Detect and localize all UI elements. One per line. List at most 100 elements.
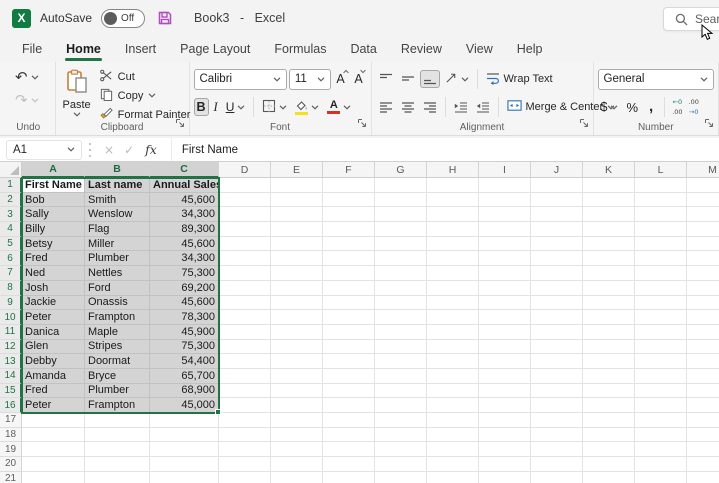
chevron-down-icon[interactable] <box>311 105 319 110</box>
cell-F12[interactable] <box>323 340 375 355</box>
cell-M1[interactable] <box>687 178 719 193</box>
cell-F9[interactable] <box>323 296 375 311</box>
cell-A20[interactable] <box>22 457 85 472</box>
decrease-decimal-button[interactable]: .00 →0 <box>687 99 701 116</box>
cell-I2[interactable] <box>479 193 531 208</box>
cell-M18[interactable] <box>687 428 719 443</box>
formula-input[interactable]: First Name <box>171 138 238 161</box>
cell-H11[interactable] <box>427 325 479 340</box>
cell-C2[interactable]: 45,600 <box>150 193 219 208</box>
cell-D10[interactable] <box>219 310 271 325</box>
cell-F20[interactable] <box>323 457 375 472</box>
cell-J2[interactable] <box>531 193 583 208</box>
cell-G7[interactable] <box>375 266 427 281</box>
row-header-2[interactable]: 2 <box>0 193 22 208</box>
cell-M17[interactable] <box>687 413 719 428</box>
cell-K3[interactable] <box>583 207 635 222</box>
insert-function-icon[interactable]: fx <box>139 142 163 157</box>
cell-M12[interactable] <box>687 340 719 355</box>
cell-H15[interactable] <box>427 384 479 399</box>
cell-K12[interactable] <box>583 340 635 355</box>
cell-J12[interactable] <box>531 340 583 355</box>
row-header-16[interactable]: 16 <box>0 398 22 413</box>
cell-K20[interactable] <box>583 457 635 472</box>
cell-B15[interactable]: Plumber <box>85 384 150 399</box>
row-header-9[interactable]: 9 <box>0 296 22 311</box>
cell-A2[interactable]: Bob <box>22 193 85 208</box>
cell-G13[interactable] <box>375 354 427 369</box>
cell-I15[interactable] <box>479 384 531 399</box>
cell-H20[interactable] <box>427 457 479 472</box>
chevron-down-icon[interactable] <box>461 77 469 82</box>
cell-E12[interactable] <box>271 340 323 355</box>
cell-L11[interactable] <box>635 325 687 340</box>
cell-I4[interactable] <box>479 222 531 237</box>
cell-K10[interactable] <box>583 310 635 325</box>
cell-H12[interactable] <box>427 340 479 355</box>
cell-D3[interactable] <box>219 207 271 222</box>
cell-J14[interactable] <box>531 369 583 384</box>
cell-E6[interactable] <box>271 251 323 266</box>
cell-D7[interactable] <box>219 266 271 281</box>
cell-C3[interactable]: 34,300 <box>150 207 219 222</box>
cell-C20[interactable] <box>150 457 219 472</box>
cell-K17[interactable] <box>583 413 635 428</box>
font-color-button[interactable]: A <box>324 98 354 116</box>
cell-A10[interactable]: Peter <box>22 310 85 325</box>
cell-B6[interactable]: Plumber <box>85 251 150 266</box>
cell-L5[interactable] <box>635 237 687 252</box>
cell-F10[interactable] <box>323 310 375 325</box>
cell-B19[interactable] <box>85 442 150 457</box>
cell-E2[interactable] <box>271 193 323 208</box>
row-header-20[interactable]: 20 <box>0 457 22 472</box>
cell-E15[interactable] <box>271 384 323 399</box>
cell-B14[interactable]: Bryce <box>85 369 150 384</box>
cell-D5[interactable] <box>219 237 271 252</box>
cell-I11[interactable] <box>479 325 531 340</box>
cell-M15[interactable] <box>687 384 719 399</box>
cell-A3[interactable]: Sally <box>22 207 85 222</box>
cell-F17[interactable] <box>323 413 375 428</box>
cell-C21[interactable] <box>150 472 219 483</box>
cell-G12[interactable] <box>375 340 427 355</box>
fill-color-button[interactable] <box>292 98 322 117</box>
cell-J15[interactable] <box>531 384 583 399</box>
cell-H8[interactable] <box>427 281 479 296</box>
column-header-b[interactable]: B <box>85 162 150 178</box>
cell-C12[interactable]: 75,300 <box>150 340 219 355</box>
cell-J3[interactable] <box>531 207 583 222</box>
column-header-m[interactable]: M <box>687 162 719 178</box>
cell-E4[interactable] <box>271 222 323 237</box>
bottom-align-button[interactable] <box>420 70 440 88</box>
cell-M11[interactable] <box>687 325 719 340</box>
chevron-down-icon[interactable] <box>237 105 245 110</box>
copy-button[interactable]: Copy <box>97 88 194 103</box>
select-all-corner[interactable] <box>0 162 22 178</box>
cell-G21[interactable] <box>375 472 427 483</box>
chevron-down-icon[interactable] <box>148 93 156 98</box>
cell-B2[interactable]: Smith <box>85 193 150 208</box>
cell-B10[interactable]: Frampton <box>85 310 150 325</box>
cell-H6[interactable] <box>427 251 479 266</box>
cell-E8[interactable] <box>271 281 323 296</box>
cell-A4[interactable]: Billy <box>22 222 85 237</box>
cell-H7[interactable] <box>427 266 479 281</box>
cell-K14[interactable] <box>583 369 635 384</box>
cell-I10[interactable] <box>479 310 531 325</box>
cell-E1[interactable] <box>271 178 323 193</box>
cell-C17[interactable] <box>150 413 219 428</box>
cell-C14[interactable]: 65,700 <box>150 369 219 384</box>
cell-G2[interactable] <box>375 193 427 208</box>
cell-E11[interactable] <box>271 325 323 340</box>
cell-D2[interactable] <box>219 193 271 208</box>
cell-F19[interactable] <box>323 442 375 457</box>
top-align-button[interactable] <box>376 70 396 88</box>
chevron-down-icon[interactable] <box>31 75 39 80</box>
cell-J4[interactable] <box>531 222 583 237</box>
row-header-1[interactable]: 1 <box>0 178 22 193</box>
increase-font-size-button[interactable]: A <box>333 70 349 88</box>
column-header-h[interactable]: H <box>427 162 479 178</box>
cell-L13[interactable] <box>635 354 687 369</box>
tab-review[interactable]: Review <box>389 36 454 62</box>
tab-formulas[interactable]: Formulas <box>262 36 338 62</box>
